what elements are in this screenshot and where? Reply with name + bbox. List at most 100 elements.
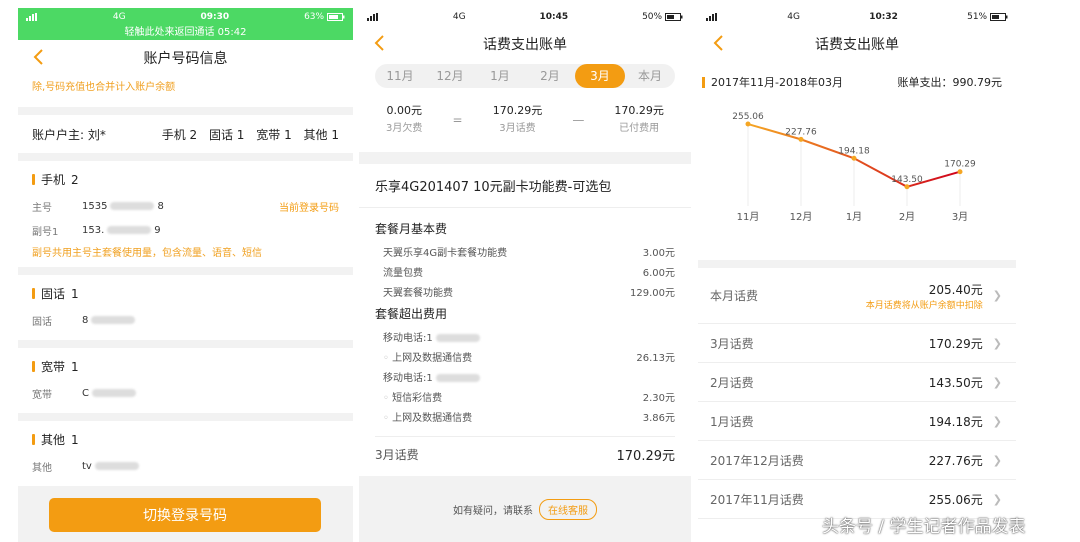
chevron-right-icon: ❯ [992, 289, 1002, 302]
redaction [110, 201, 155, 210]
section-marker [32, 288, 35, 299]
chevron-right-icon: ❯ [992, 375, 1002, 389]
row-value: 1535 8 [82, 201, 279, 212]
trend-chart-svg: 255.06 227.76 194.18 143.50 170.29 11月 12月 1月 2月… [732, 112, 976, 223]
list-item[interactable]: 1月话费 194.18元 ❯ [698, 402, 1016, 441]
back-icon[interactable] [712, 34, 724, 56]
data-label: 194.18 [838, 146, 870, 156]
current-login-tag: 当前登录号码 [279, 202, 339, 214]
item-amount: 227.76元 [928, 453, 983, 468]
item-label: 1月话费 [710, 414, 754, 429]
section-count: 2 [71, 172, 79, 187]
help-footer: 如有疑问，请联系 在线客服 [359, 476, 691, 542]
section-count: 1 [71, 359, 79, 374]
return-to-call-bar[interactable]: 轻触此处来返回通话 05:42 [18, 26, 353, 40]
network-type: 4G [112, 12, 126, 22]
item-label: 本月话费 [710, 289, 759, 303]
fee-name: 上网及数据通信费 [383, 409, 472, 424]
count-landline: 固话 1 [208, 127, 245, 142]
online-service-button[interactable]: 在线客服 [539, 498, 597, 520]
account-summary: 账户户主: 刘* 手机 2 固话 1 宽带 1 其他 1 [18, 115, 353, 153]
fee-name: 天翼乐享4G副卡套餐功能费 [383, 247, 508, 259]
tab-month[interactable]: 1月 [475, 64, 525, 88]
data-label: 143.50 [891, 175, 923, 185]
x-tick-label: 3月 [952, 211, 968, 223]
arrears-label: 3月欠费 [386, 123, 423, 134]
battery-icon [326, 12, 345, 21]
landline-section: 固话 1 固话 8 [18, 275, 353, 340]
tab-month[interactable]: 本月 [625, 64, 675, 88]
row-label: 固话 [32, 316, 52, 328]
item-amount-group: 227.76元 ❯ [929, 452, 1002, 469]
fee-row: 短信彩信费 2.30元 [375, 386, 675, 406]
phone-label: 移动电话:1 [383, 329, 483, 344]
status-time: 10:45 [539, 12, 569, 22]
count-other: 其他 1 [303, 127, 339, 142]
fee-row: 天翼套餐功能费 129.00元 [375, 281, 675, 301]
trend-chart: 255.06 227.76 194.18 143.50 170.29 11月 12月 1月 2月… [698, 90, 1016, 240]
tab-month[interactable]: 12月 [425, 64, 475, 88]
signal-icon [367, 13, 378, 21]
redaction [94, 461, 139, 470]
phone-prefix: 移动电话:1 [383, 332, 433, 344]
data-point [745, 121, 751, 127]
section-title: 宽带 [41, 360, 66, 374]
list-item[interactable]: 3月话费 170.29元 ❯ [698, 324, 1016, 363]
fee-row: 上网及数据通信费 26.13元 [375, 346, 675, 366]
list-item[interactable]: 2月话费 143.50元 ❯ [698, 363, 1016, 402]
row-label: 副号1 [32, 226, 59, 238]
status-bar: 4G 10:45 50% [359, 8, 691, 26]
fee-amount: 26.13元 [636, 352, 675, 364]
overage-title: 套餐超出费用 [375, 307, 448, 321]
current-amount-block: 205.40元 本月话费将从账户余额中扣除 [866, 281, 983, 311]
redaction [107, 225, 152, 234]
bill-range-header: 2017年11月-2018年03月 账单支出：990.79元 [698, 62, 1016, 90]
item-label: 2月话费 [710, 375, 754, 390]
package-name: 乐享4G201407 10元副卡功能费-可选包 [359, 164, 691, 208]
fee-name: 短信彩信费 [383, 389, 442, 404]
status-time: 10:32 [869, 12, 898, 22]
tab-month[interactable]: 2月 [525, 64, 575, 88]
nav-bar: 话费支出账单 [698, 26, 1016, 62]
main-number-prefix: 1535 [82, 200, 108, 212]
fee-label: 3月话费 [499, 123, 536, 134]
account-info-screen: 4G 09:30 63% 轻触此处来返回通话 05:42 账户号码信息 除,号码… [18, 8, 353, 542]
redaction [91, 315, 136, 324]
chevron-right-icon: ❯ [992, 336, 1002, 350]
redaction [91, 388, 136, 397]
back-icon[interactable] [373, 34, 385, 56]
date-range: 2017年11月-2018年03月 [711, 76, 843, 89]
data-label: 227.76 [785, 127, 817, 137]
network-type: 4G [452, 12, 466, 22]
page-title: 话费支出账单 [815, 37, 899, 53]
main-number-suffix: 8 [157, 200, 164, 212]
monthly-bill-list: 本月话费 205.40元 本月话费将从账户余额中扣除 ❯ 3月话费 170.29元… [698, 260, 1016, 519]
fee-cell: 170.29元 3月话费 [493, 102, 543, 138]
fee-row: 上网及数据通信费 3.86元 [375, 406, 675, 426]
item-label: 2017年12月话费 [710, 453, 804, 468]
minus-sign: — [572, 113, 585, 127]
section-title: 手机 [41, 173, 66, 187]
signal-icon [26, 12, 37, 21]
page-title: 话费支出账单 [483, 37, 567, 53]
fee-value: 170.29元 [492, 104, 543, 117]
status-bar: 4G 09:30 63% [18, 8, 353, 26]
broadband-row: 宽带 C [32, 381, 339, 405]
shared-usage-hint: 副号共用主号主套餐使用量，包含流量、语音、短信 [32, 248, 262, 259]
section-marker [32, 174, 35, 185]
item-amount-group: 143.50元 ❯ [929, 374, 1002, 391]
tab-month-active[interactable]: 3月 [575, 64, 625, 88]
other-section: 其他 1 其他 tv [18, 421, 353, 486]
phone-prefix: 移动电话:1 [383, 372, 433, 384]
item-amount-group: 194.18元 ❯ [929, 413, 1002, 430]
tab-month[interactable]: 11月 [375, 64, 425, 88]
list-item-current[interactable]: 本月话费 205.40元 本月话费将从账户余额中扣除 ❯ [698, 268, 1016, 324]
status-time: 09:30 [200, 12, 230, 22]
section-marker [702, 76, 705, 88]
list-item[interactable]: 2017年12月话费 227.76元 ❯ [698, 441, 1016, 480]
switch-login-button[interactable]: 切换登录号码 [49, 498, 321, 532]
back-icon[interactable] [32, 48, 44, 70]
battery-indicator: 63% [304, 12, 345, 22]
row-value: C [82, 388, 339, 399]
sub-number-row: 副号1 153. 9 [32, 218, 339, 242]
